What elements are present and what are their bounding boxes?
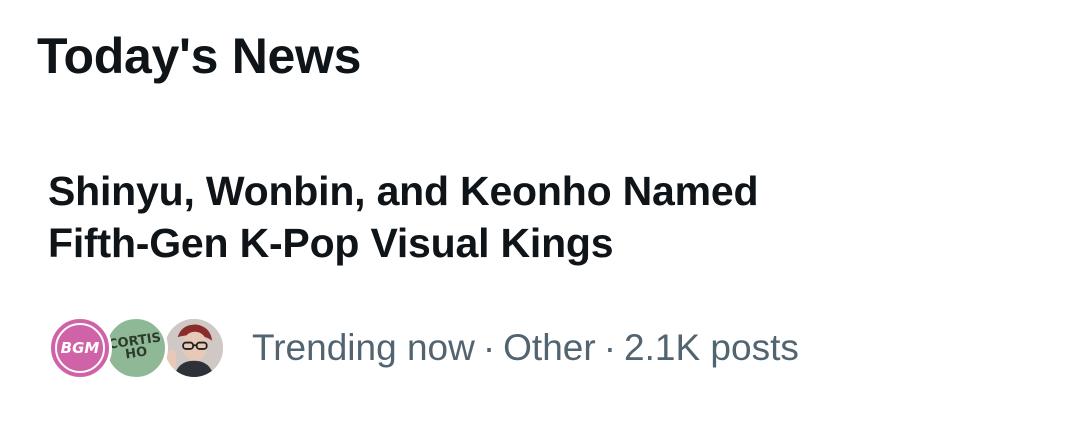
- trending-status: Trending now: [252, 327, 475, 368]
- news-item[interactable]: Shinyu, Wonbin, and Keonho Named Fifth-G…: [48, 165, 1048, 380]
- avatar: CORTIS HO: [104, 316, 168, 380]
- news-meta-row: BGM CORTISHO Trending now·Other·2.1: [48, 313, 799, 383]
- avatar-logo-label: BGM: [55, 323, 105, 373]
- post-count: 2.1K posts: [624, 327, 799, 368]
- avatar-stack: BGM CORTIS HO: [48, 314, 226, 382]
- person-photo-icon: [165, 319, 223, 377]
- avatar: BGM: [48, 316, 112, 380]
- meta-separator: ·: [603, 327, 617, 368]
- avatar: [162, 316, 226, 380]
- news-headline[interactable]: Shinyu, Wonbin, and Keonho Named Fifth-G…: [48, 165, 868, 269]
- news-meta-text: Trending now · Other · 2.1K posts: [252, 326, 799, 370]
- section-title: Today's News: [37, 28, 362, 84]
- meta-separator: ·: [482, 327, 496, 368]
- news-category: Other: [503, 327, 596, 368]
- avatar-logo-label: CORTIS HO: [107, 330, 163, 363]
